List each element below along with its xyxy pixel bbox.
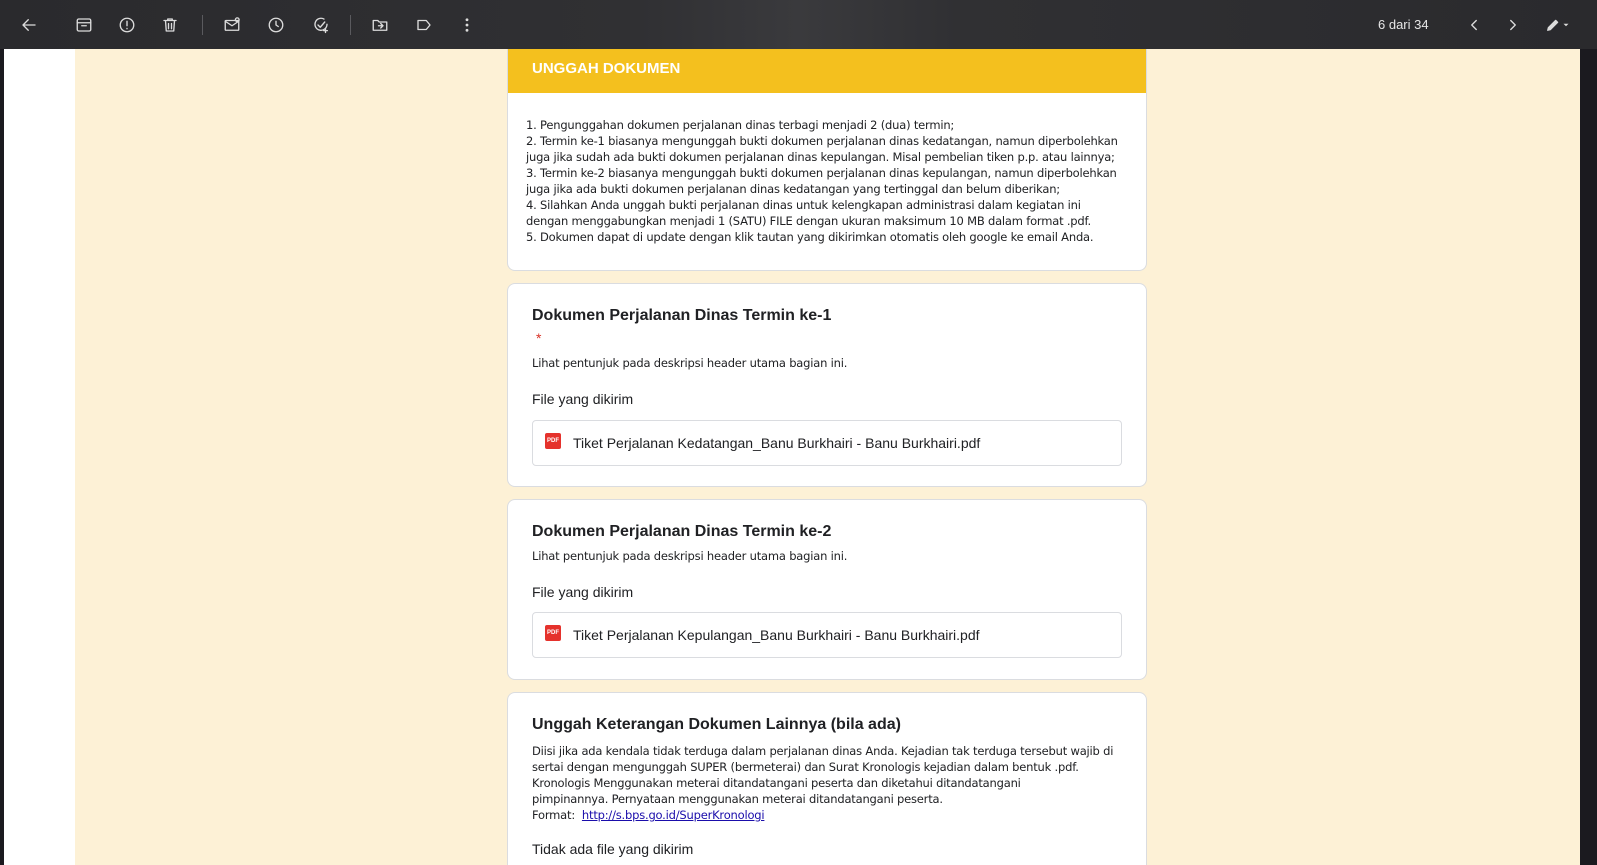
toolbar-divider bbox=[350, 15, 351, 35]
question-card-termin-1: Dokumen Perjalanan Dinas Termin ke-1 * L… bbox=[507, 283, 1147, 487]
question-description: Lihat pentunjuk pada deskripsi header ut… bbox=[532, 356, 848, 370]
snooze-icon[interactable] bbox=[261, 10, 291, 40]
file-label: File yang dikirim bbox=[532, 584, 634, 600]
question-description: Lihat pentunjuk pada deskripsi header ut… bbox=[532, 549, 848, 563]
description-line: Kronologis Menggunakan meterai ditandata… bbox=[532, 776, 1021, 790]
add-task-icon[interactable] bbox=[306, 10, 336, 40]
question-title: Unggah Keterangan Dokumen Lainnya (bila … bbox=[532, 716, 901, 733]
uploaded-file[interactable]: PDF Tiket Perjalanan Kedatangan_Banu Bur… bbox=[532, 420, 1122, 466]
back-icon[interactable] bbox=[14, 10, 44, 40]
delete-icon[interactable] bbox=[155, 10, 185, 40]
question-title: Dokumen Perjalanan Dinas Termin ke-2 bbox=[532, 523, 832, 540]
move-to-icon[interactable] bbox=[365, 10, 395, 40]
section-description: 1. Pengunggahan dokumen perjalanan dinas… bbox=[526, 118, 1118, 244]
chevron-right-icon[interactable] bbox=[1498, 10, 1528, 40]
file-name: Tiket Perjalanan Kepulangan_Banu Burkhai… bbox=[573, 627, 980, 643]
toolbar-divider bbox=[202, 15, 203, 35]
required-asterisk: * bbox=[536, 330, 542, 346]
question-title: Dokumen Perjalanan Dinas Termin ke-1 bbox=[532, 307, 832, 324]
question-description: Diisi jika ada kendala tidak terduga dal… bbox=[532, 743, 1113, 823]
no-file-text: Tidak ada file yang dikirim bbox=[532, 841, 694, 857]
format-label: Format: bbox=[532, 808, 575, 822]
section-title: UNGGAH DOKUMEN bbox=[508, 49, 1146, 93]
pencil-dropdown-icon[interactable] bbox=[1538, 10, 1578, 40]
description-line: sertai dengan mengunggah SUPER (bermeter… bbox=[532, 760, 1079, 774]
uploaded-file[interactable]: PDF Tiket Perjalanan Kepulangan_Banu Bur… bbox=[532, 612, 1122, 658]
more-options-icon[interactable] bbox=[452, 10, 482, 40]
pdf-file-icon: PDF bbox=[545, 433, 561, 449]
label-icon[interactable] bbox=[409, 10, 439, 40]
mark-unread-icon[interactable] bbox=[217, 10, 247, 40]
archive-icon[interactable] bbox=[69, 10, 99, 40]
email-toolbar: 6 dari 34 bbox=[0, 0, 1597, 49]
question-card-other-docs: Unggah Keterangan Dokumen Lainnya (bila … bbox=[507, 692, 1147, 865]
description-line: pimpinannya. Pernyataan menggunakan mete… bbox=[532, 792, 943, 806]
report-spam-icon[interactable] bbox=[112, 10, 142, 40]
pdf-file-icon: PDF bbox=[545, 625, 561, 641]
chevron-left-icon[interactable] bbox=[1459, 10, 1489, 40]
file-label: File yang dikirim bbox=[532, 391, 634, 407]
file-name: Tiket Perjalanan Kedatangan_Banu Burkhai… bbox=[573, 435, 981, 451]
format-line: Format: http://s.bps.go.id/SuperKronolog… bbox=[532, 807, 1113, 823]
format-link[interactable]: http://s.bps.go.id/SuperKronologi bbox=[582, 808, 765, 822]
pager-count: 6 dari 34 bbox=[1378, 17, 1429, 32]
description-line: Diisi jika ada kendala tidak terduga dal… bbox=[532, 744, 1114, 758]
question-card-termin-2: Dokumen Perjalanan Dinas Termin ke-2 Lih… bbox=[507, 499, 1147, 680]
section-header-card: UNGGAH DOKUMEN 1. Pengunggahan dokumen p… bbox=[507, 49, 1147, 271]
